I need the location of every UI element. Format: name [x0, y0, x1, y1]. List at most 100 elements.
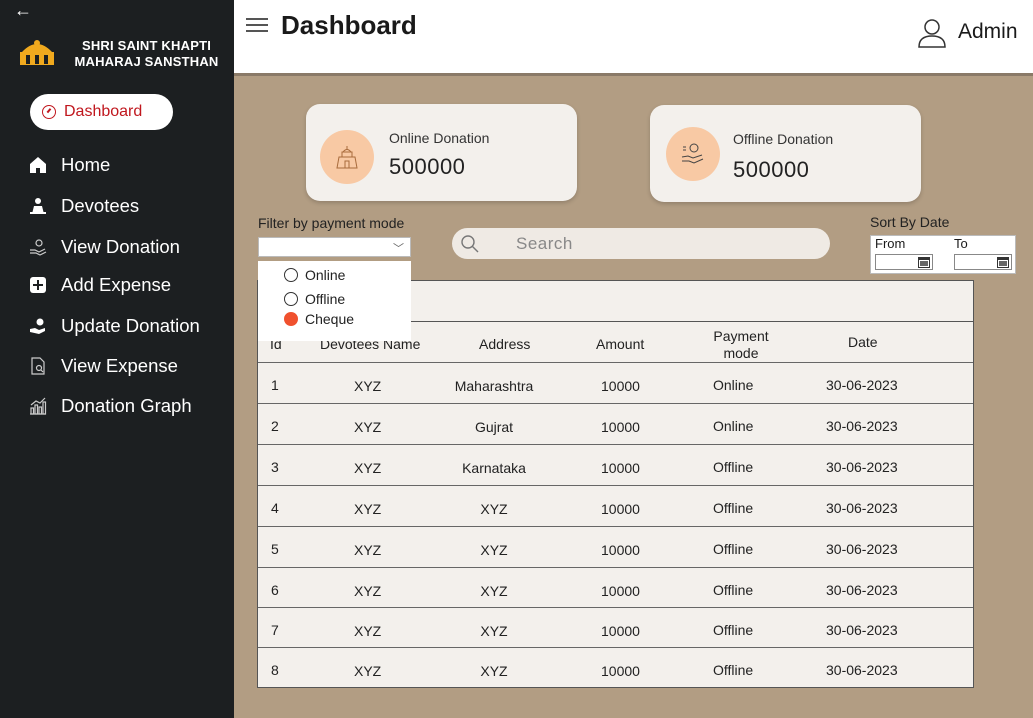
cell-address: XYZ	[480, 623, 508, 639]
cell-id: 3	[271, 459, 279, 475]
bar-graph-icon	[28, 396, 48, 416]
sort-by-date-label: Sort By Date	[870, 214, 950, 230]
search-placeholder: Search	[516, 234, 573, 253]
sidebar-item-view-expense[interactable]: View Expense	[28, 355, 178, 377]
sidebar-item-view-donation[interactable]: View Donation	[28, 236, 180, 258]
cell-date: 30-06-2023	[826, 662, 898, 678]
admin-label[interactable]: Admin	[958, 20, 1018, 44]
sidebar-item-label: Dashboard	[64, 103, 143, 120]
option-label: Offline	[305, 291, 346, 307]
cell-amount: 10000	[601, 583, 640, 599]
sidebar-item-label: Devotees	[61, 195, 140, 216]
online-donation-value: 500000	[389, 154, 466, 179]
hamburger-menu-icon[interactable]	[246, 18, 268, 34]
cell-payment-mode: Offline	[713, 541, 754, 557]
from-date-input[interactable]	[875, 254, 933, 270]
cell-date: 30-06-2023	[826, 500, 898, 516]
calendar-icon[interactable]	[997, 256, 1009, 268]
cell-id: 7	[271, 622, 279, 638]
to-date-input[interactable]	[954, 254, 1012, 270]
cell-payment-mode: Online	[713, 377, 754, 393]
table-row[interactable]: 6 XYZ XYZ 10000 Offline 30-06-2023	[258, 567, 973, 608]
cell-id: 1	[271, 377, 279, 393]
cell-amount: 10000	[601, 419, 640, 435]
radio-offline[interactable]	[284, 292, 298, 306]
temple-logo-icon	[20, 40, 54, 65]
document-search-icon	[28, 356, 48, 376]
chevron-down-icon: ﹀	[393, 243, 404, 255]
cell-devotee-name: XYZ	[354, 460, 382, 476]
donation-hand-icon	[666, 127, 720, 181]
header-date: Date	[848, 334, 878, 350]
cell-id: 2	[271, 418, 279, 434]
header: Dashboard Admin	[234, 0, 1033, 76]
back-arrow-icon[interactable]: ←	[14, 0, 32, 21]
radio-online[interactable]	[284, 268, 298, 282]
cell-payment-mode: Offline	[713, 582, 754, 598]
search-input[interactable]: Search	[452, 228, 830, 259]
cell-address: XYZ	[480, 501, 508, 517]
search-icon	[461, 235, 479, 253]
option-offline[interactable]: Offline	[284, 291, 345, 307]
sidebar-item-label: Update Donation	[61, 315, 200, 336]
org-name: SHRI SAINT KHAPTI MAHARAJ SANSTHAN	[74, 38, 219, 69]
radio-cheque[interactable]	[284, 312, 298, 326]
sidebar-item-devotees[interactable]: Devotees	[28, 195, 139, 217]
update-donation-icon	[28, 316, 48, 336]
cell-amount: 10000	[601, 378, 640, 394]
cell-id: 8	[271, 662, 279, 678]
offline-donation-value: 500000	[733, 157, 810, 182]
cell-address: XYZ	[480, 663, 508, 679]
payment-mode-dropdown: Online Offline Cheque	[258, 261, 411, 341]
cell-payment-mode: Online	[713, 418, 754, 434]
user-icon[interactable]	[916, 16, 948, 48]
table-row[interactable]: 1 XYZ Maharashtra 10000 Online 30-06-2023	[258, 362, 973, 403]
cell-address: Gujrat	[474, 419, 514, 435]
home-icon	[28, 155, 48, 175]
cell-date: 30-06-2023	[826, 418, 898, 434]
cell-devotee-name: XYZ	[354, 501, 382, 517]
online-donation-label: Online Donation	[389, 130, 490, 146]
cell-devotee-name: XYZ	[354, 583, 382, 599]
devotee-icon	[28, 196, 48, 216]
cell-address: XYZ	[480, 583, 508, 599]
cell-amount: 10000	[601, 663, 640, 679]
table-row[interactable]: 3 XYZ Karnataka 10000 Offline 30-06-2023	[258, 444, 973, 485]
cell-address: Karnataka	[462, 460, 526, 476]
sidebar-item-home[interactable]: Home	[28, 154, 110, 176]
cell-amount: 10000	[601, 542, 640, 558]
sidebar-item-update-donation[interactable]: Update Donation	[28, 315, 200, 337]
table-row[interactable]: 4 XYZ XYZ 10000 Offline 30-06-2023	[258, 485, 973, 526]
table-row[interactable]: 7 XYZ XYZ 10000 Offline 30-06-2023	[258, 607, 973, 648]
donation-hand-icon	[28, 237, 48, 257]
cell-id: 5	[271, 541, 279, 557]
cell-devotee-name: XYZ	[354, 623, 382, 639]
sidebar-item-label: View Donation	[61, 236, 180, 257]
header-amount: Amount	[596, 336, 645, 352]
table-row[interactable]: 8 XYZ XYZ 10000 Offline 30-06-2023	[258, 647, 973, 688]
temple-icon	[320, 130, 374, 184]
sidebar-item-donation-graph[interactable]: Donation Graph	[28, 395, 192, 417]
plus-square-icon	[28, 275, 48, 295]
cell-id: 6	[271, 582, 279, 598]
speedometer-icon	[42, 105, 56, 119]
sidebar-item-dashboard[interactable]: Dashboard	[30, 94, 173, 130]
calendar-icon[interactable]	[918, 256, 930, 268]
cell-date: 30-06-2023	[826, 377, 898, 393]
option-label: Online	[305, 267, 346, 283]
table-row[interactable]: 5 XYZ XYZ 10000 Offline 30-06-2023	[258, 526, 973, 567]
cell-date: 30-06-2023	[826, 582, 898, 598]
header-address: Address	[479, 336, 531, 352]
payment-mode-select[interactable]: ﹀	[258, 237, 411, 257]
table-row[interactable]: 2 XYZ Gujrat 10000 Online 30-06-2023	[258, 403, 973, 444]
offline-donation-label: Offline Donation	[733, 131, 834, 147]
sidebar-item-add-expense[interactable]: Add Expense	[28, 274, 171, 296]
cell-id: 4	[271, 500, 279, 516]
option-online[interactable]: Online	[284, 267, 345, 283]
cell-date: 30-06-2023	[826, 541, 898, 557]
from-label: From	[875, 236, 906, 251]
page-title: Dashboard	[281, 10, 417, 40]
option-cheque[interactable]: Cheque	[284, 311, 354, 327]
option-label: Cheque	[305, 311, 355, 327]
sidebar-item-label: Home	[61, 154, 111, 175]
